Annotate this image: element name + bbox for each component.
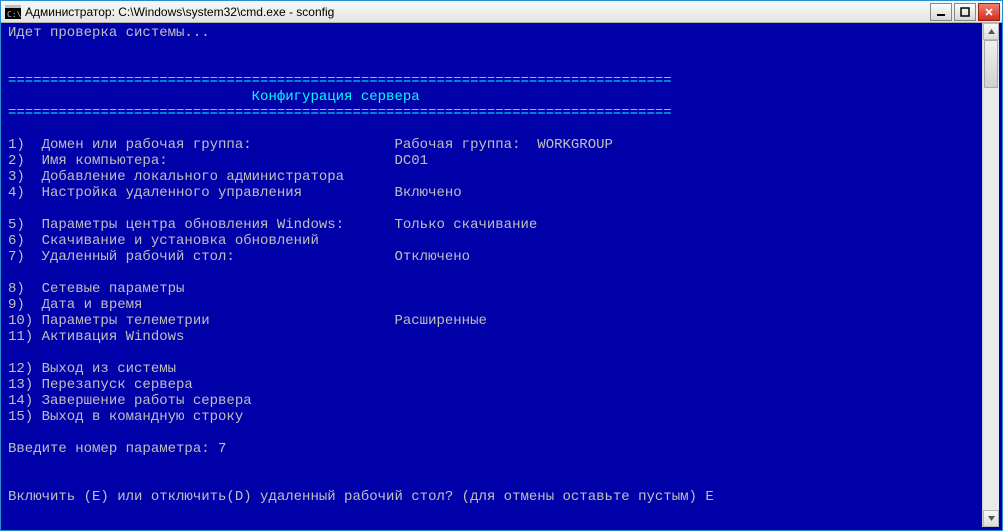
console-output[interactable]: Идет проверка системы... ================… — [4, 23, 982, 527]
svg-text:C:\: C:\ — [7, 10, 21, 19]
window-title: Администратор: C:\Windows\system32\cmd.e… — [25, 5, 930, 19]
menu-item-14: 14) Завершение работы сервера — [8, 393, 978, 409]
titlebar[interactable]: C:\ Администратор: C:\Windows\system32\c… — [1, 1, 1002, 23]
menu-item-1: 1) Домен или рабочая группа: Рабочая гру… — [8, 137, 978, 153]
minimize-button[interactable] — [930, 3, 952, 21]
vertical-scrollbar[interactable] — [982, 23, 999, 527]
cmd-icon: C:\ — [5, 4, 21, 20]
menu-item-8: 8) Сетевые параметры — [8, 281, 978, 297]
console-line — [8, 57, 978, 73]
divider: ========================================… — [8, 105, 978, 121]
menu-item-7: 7) Удаленный рабочий стол: Отключено — [8, 249, 978, 265]
menu-item-12: 12) Выход из системы — [8, 361, 978, 377]
menu-item-3: 3) Добавление локального администратора — [8, 169, 978, 185]
scroll-track[interactable] — [983, 40, 999, 510]
scroll-thumb[interactable] — [984, 40, 998, 88]
console-line — [8, 473, 978, 489]
status-line: Идет проверка системы... — [8, 25, 978, 41]
maximize-button[interactable] — [954, 3, 976, 21]
menu-item-6: 6) Скачивание и установка обновлений — [8, 233, 978, 249]
menu-item-15: 15) Выход в командную строку — [8, 409, 978, 425]
window-controls — [930, 3, 1000, 21]
console-line — [8, 201, 978, 217]
divider: ========================================… — [8, 73, 978, 89]
menu-item-2: 2) Имя компьютера: DC01 — [8, 153, 978, 169]
console-line — [8, 345, 978, 361]
close-button[interactable] — [978, 3, 1000, 21]
console-line — [8, 265, 978, 281]
console-line — [8, 41, 978, 57]
menu-item-4: 4) Настройка удаленного управления Включ… — [8, 185, 978, 201]
client-area: Идет проверка системы... ================… — [1, 23, 1002, 530]
menu-item-10: 10) Параметры телеметрии Расширенные — [8, 313, 978, 329]
menu-item-11: 11) Активация Windows — [8, 329, 978, 345]
console-line — [8, 425, 978, 441]
menu-item-5: 5) Параметры центра обновления Windows: … — [8, 217, 978, 233]
cmd-window: C:\ Администратор: C:\Windows\system32\c… — [0, 0, 1003, 531]
prompt-line[interactable]: Введите номер параметра: 7 — [8, 441, 978, 457]
rds-prompt-line[interactable]: Включить (E) или отключить(D) удаленный … — [8, 489, 978, 505]
scroll-down-button[interactable] — [983, 510, 999, 527]
console-line — [8, 121, 978, 137]
menu-item-9: 9) Дата и время — [8, 297, 978, 313]
console-line — [8, 457, 978, 473]
header-line: Конфигурация сервера — [8, 89, 978, 105]
scroll-up-button[interactable] — [983, 23, 999, 40]
menu-item-13: 13) Перезапуск сервера — [8, 377, 978, 393]
